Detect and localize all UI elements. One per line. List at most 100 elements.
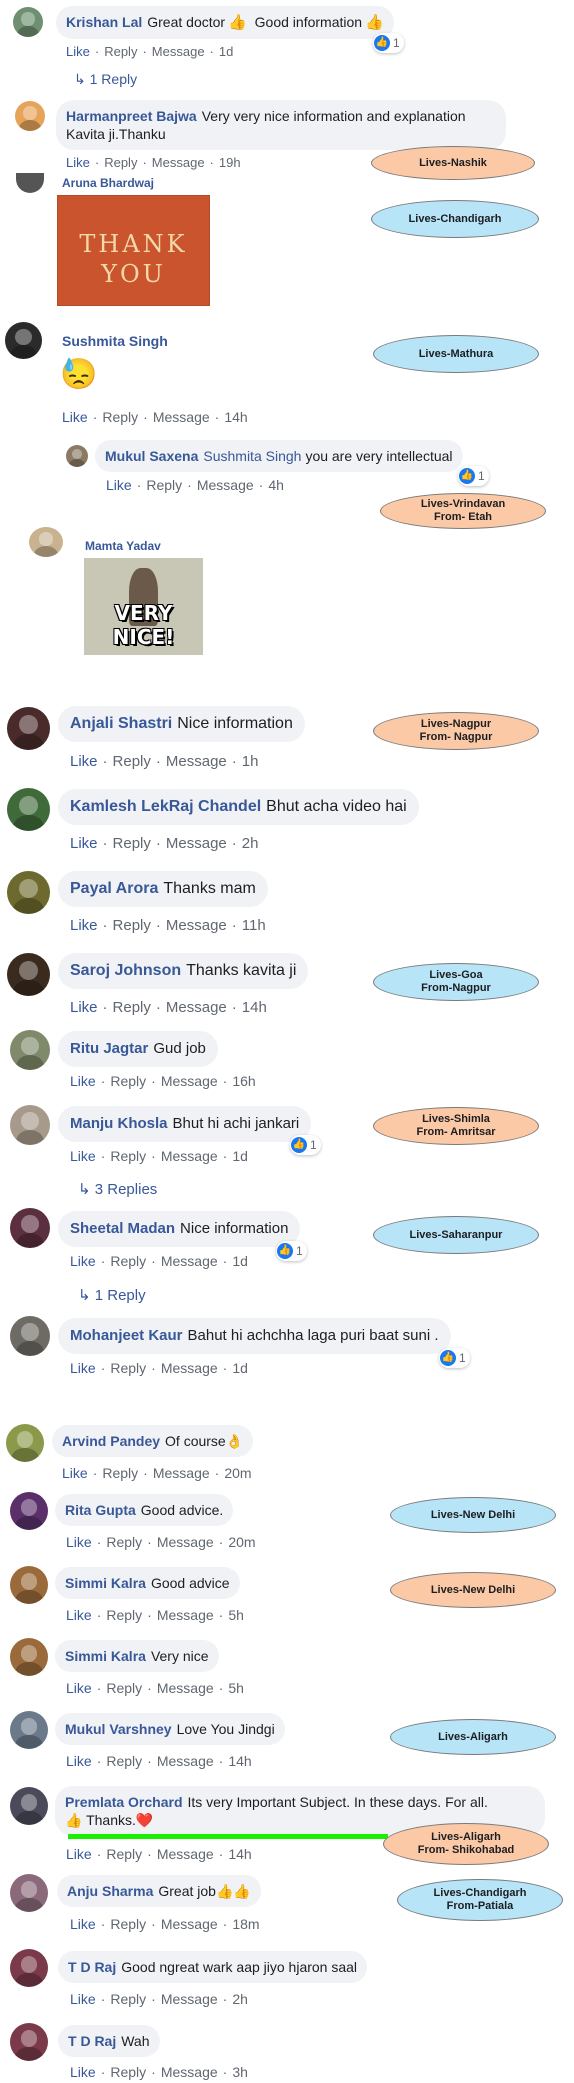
commenter-name[interactable]: Sheetal Madan [70, 1220, 175, 1237]
like-link[interactable]: Like [70, 2064, 96, 2080]
avatar[interactable] [7, 953, 50, 996]
message-link[interactable]: Message [197, 477, 254, 493]
message-link[interactable]: Message [153, 409, 210, 425]
commenter-name[interactable]: Rita Gupta [65, 1502, 136, 1518]
avatar[interactable] [10, 1105, 50, 1145]
like-link[interactable]: Like [70, 917, 98, 934]
reply-link[interactable]: Reply [110, 1916, 146, 1932]
commenter-name[interactable]: Saroj Johnson [70, 962, 181, 979]
avatar[interactable] [10, 1711, 48, 1749]
commenter-name[interactable]: Mamta Yadav [85, 539, 161, 553]
commenter-name[interactable]: Krishan Lal [66, 14, 142, 30]
reply-link[interactable]: Reply [104, 155, 137, 170]
timestamp[interactable]: 16h [232, 1073, 255, 1089]
commenter-name[interactable]: Sushmita Singh [62, 333, 168, 349]
reply-link[interactable]: Reply [110, 1360, 146, 1376]
commenter-name[interactable]: T D Raj [68, 2033, 116, 2049]
like-link[interactable]: Like [70, 1916, 96, 1932]
timestamp[interactable]: 5h [228, 1607, 244, 1623]
like-link[interactable]: Like [66, 1607, 92, 1623]
commenter-name[interactable]: Kamlesh LekRaj Chandel [70, 798, 261, 815]
commenter-name[interactable]: Mukul Saxena [105, 448, 198, 464]
avatar[interactable] [10, 1208, 50, 1248]
message-link[interactable]: Message [166, 917, 227, 934]
timestamp[interactable]: 18m [232, 1916, 259, 1932]
avatar[interactable] [7, 707, 50, 750]
comment-image[interactable]: VERY NICE! [84, 558, 203, 655]
avatar[interactable] [10, 1787, 48, 1825]
like-link[interactable]: Like [106, 477, 132, 493]
like-link[interactable]: Like [66, 1846, 92, 1862]
reply-link[interactable]: Reply [113, 999, 151, 1016]
message-link[interactable]: Message [161, 2064, 218, 2080]
message-link[interactable]: Message [152, 44, 205, 59]
message-link[interactable]: Message [161, 1253, 218, 1269]
avatar[interactable] [7, 871, 50, 914]
reply-link[interactable]: Reply [104, 44, 137, 59]
avatar[interactable] [7, 788, 50, 831]
timestamp[interactable]: 5h [228, 1680, 244, 1696]
like-link[interactable]: Like [66, 1534, 92, 1550]
message-link[interactable]: Message [157, 1607, 214, 1623]
like-link[interactable]: Like [66, 1753, 92, 1769]
like-link[interactable]: Like [62, 409, 88, 425]
reply-link[interactable]: Reply [102, 409, 138, 425]
avatar[interactable] [16, 173, 44, 193]
timestamp[interactable]: 4h [268, 477, 284, 493]
reply-link[interactable]: Reply [110, 1148, 146, 1164]
timestamp[interactable]: 1d [232, 1360, 248, 1376]
comment-image[interactable]: THANK YOU [57, 195, 210, 306]
avatar[interactable] [10, 1949, 48, 1987]
timestamp[interactable]: 14h [224, 409, 247, 425]
view-replies[interactable]: ↳ 1 Reply [74, 71, 137, 88]
avatar[interactable] [10, 1874, 48, 1912]
reaction-count[interactable]: 👍 1 [458, 466, 489, 486]
message-link[interactable]: Message [166, 753, 227, 770]
like-link[interactable]: Like [66, 155, 90, 170]
message-link[interactable]: Message [161, 1073, 218, 1089]
avatar[interactable] [6, 1424, 44, 1462]
reply-link[interactable]: Reply [106, 1607, 142, 1623]
timestamp[interactable]: 20m [224, 1465, 251, 1481]
reaction-count[interactable]: 👍 1 [290, 1135, 321, 1155]
reply-link[interactable]: Reply [113, 753, 151, 770]
timestamp[interactable]: 14h [228, 1846, 251, 1862]
commenter-name[interactable]: Aruna Bhardwaj [62, 176, 154, 190]
message-link[interactable]: Message [166, 999, 227, 1016]
view-replies[interactable]: ↳ 3 Replies [78, 1180, 157, 1198]
message-link[interactable]: Message [161, 1360, 218, 1376]
message-link[interactable]: Message [161, 1916, 218, 1932]
avatar[interactable] [10, 1492, 48, 1530]
reply-link[interactable]: Reply [110, 1991, 146, 2007]
avatar[interactable] [10, 1638, 48, 1676]
timestamp[interactable]: 1d [219, 44, 233, 59]
commenter-name[interactable]: Premlata Orchard [65, 1794, 183, 1810]
like-link[interactable]: Like [70, 835, 98, 852]
like-link[interactable]: Like [70, 753, 98, 770]
commenter-name[interactable]: Anju Sharma [67, 1883, 153, 1899]
message-link[interactable]: Message [157, 1753, 214, 1769]
timestamp[interactable]: 1d [232, 1148, 248, 1164]
reply-link[interactable]: Reply [113, 835, 151, 852]
reply-link[interactable]: Reply [113, 917, 151, 934]
like-link[interactable]: Like [62, 1465, 88, 1481]
reply-link[interactable]: Reply [106, 1846, 142, 1862]
like-link[interactable]: Like [70, 1253, 96, 1269]
like-link[interactable]: Like [66, 1680, 92, 1696]
like-link[interactable]: Like [70, 1991, 96, 2007]
avatar[interactable] [66, 445, 88, 467]
reply-link[interactable]: Reply [110, 2064, 146, 2080]
reaction-count[interactable]: 👍 1 [276, 1241, 307, 1261]
commenter-name[interactable]: Anjali Shastri [70, 715, 172, 732]
timestamp[interactable]: 3h [232, 2064, 248, 2080]
commenter-name[interactable]: Simmi Kalra [65, 1648, 146, 1664]
message-link[interactable]: Message [152, 155, 205, 170]
timestamp[interactable]: 2h [242, 835, 259, 852]
commenter-name[interactable]: Mukul Varshney [65, 1721, 172, 1737]
commenter-name[interactable]: Payal Arora [70, 880, 158, 897]
reaction-count[interactable]: 👍 1 [439, 1348, 470, 1368]
reaction-count[interactable]: 👍 1 [373, 33, 404, 53]
avatar[interactable] [15, 101, 45, 131]
timestamp[interactable]: 1d [232, 1253, 248, 1269]
reply-link[interactable]: Reply [110, 1073, 146, 1089]
